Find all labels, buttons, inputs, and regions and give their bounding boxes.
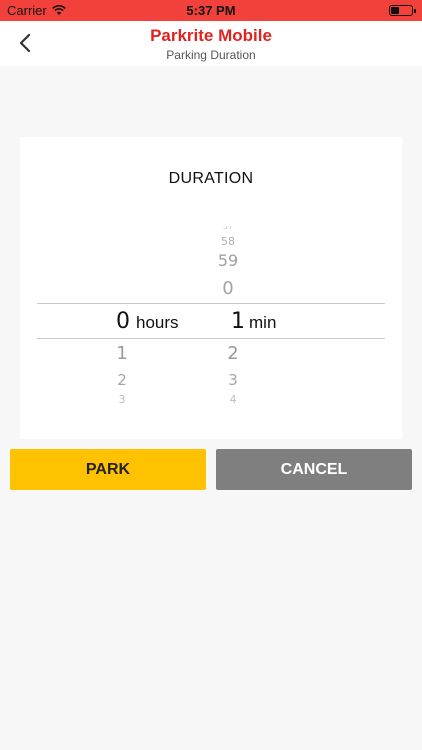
hours-option[interactable]: 3 bbox=[107, 393, 137, 403]
minutes-option[interactable]: 57 bbox=[213, 226, 243, 231]
minutes-unit-label: min bbox=[249, 313, 277, 332]
hours-unit-label: hours bbox=[136, 313, 179, 332]
hours-selected[interactable]: 0 bbox=[108, 309, 138, 334]
page-title: Parkrite Mobile bbox=[150, 26, 272, 45]
minutes-option[interactable]: 58 bbox=[213, 235, 243, 248]
minutes-option[interactable]: 4 bbox=[218, 393, 248, 403]
status-time: 5:37 PM bbox=[186, 3, 236, 18]
minutes-option[interactable]: 59 bbox=[208, 251, 248, 270]
hours-option[interactable]: 1 bbox=[107, 343, 137, 364]
picker-selection-top-line bbox=[37, 303, 385, 304]
minutes-option[interactable]: 3 bbox=[218, 371, 248, 389]
duration-card: DURATION 57 58 59 0 0 hours 1 min 1 2 3 … bbox=[20, 137, 402, 439]
cancel-button[interactable]: CANCEL bbox=[216, 449, 412, 490]
minutes-option[interactable]: 2 bbox=[218, 343, 248, 364]
minutes-option[interactable]: 0 bbox=[208, 278, 248, 299]
status-bar: Carrier 5:37 PM bbox=[0, 0, 422, 21]
battery-icon bbox=[389, 5, 416, 16]
picker-selection-bottom-line bbox=[37, 338, 385, 339]
park-button[interactable]: PARK bbox=[10, 449, 206, 490]
hours-option[interactable]: 2 bbox=[107, 371, 137, 389]
page-subtitle: Parking Duration bbox=[166, 48, 256, 62]
duration-title: DURATION bbox=[168, 170, 254, 187]
nav-bar: Parkrite Mobile Parking Duration bbox=[0, 21, 422, 66]
